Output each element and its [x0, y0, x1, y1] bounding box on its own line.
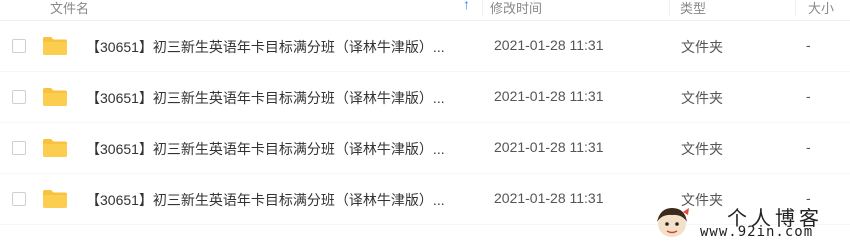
file-list-page: 文件名 ↑ 修改时间 类型 大小 【30651】初三新生英语年卡目标满分班（译林… — [0, 0, 850, 244]
file-name-link[interactable]: 【30651】初三新生英语年卡目标满分班（译林牛津版）... — [86, 88, 445, 108]
column-divider — [669, 0, 670, 16]
file-type: 文件夹 — [681, 141, 723, 157]
file-name-link[interactable]: 【30651】初三新生英语年卡目标满分班（译林牛津版）... — [86, 37, 445, 57]
modified-time: 2021-01-28 11:31 — [494, 88, 604, 104]
column-header-name[interactable]: 文件名 — [50, 0, 89, 17]
table-row[interactable]: 【30651】初三新生英语年卡目标满分班（译林牛津版）... 2021-01-2… — [0, 21, 850, 72]
column-divider — [795, 0, 796, 16]
file-name-link[interactable]: 【30651】初三新生英语年卡目标满分班（译林牛津版）... — [86, 139, 445, 159]
modified-time: 2021-01-28 11:31 — [494, 37, 604, 53]
table-row[interactable]: 【30651】初三新生英语年卡目标满分班（译林牛津版）... 2021-01-2… — [0, 123, 850, 174]
row-checkbox[interactable] — [12, 39, 26, 53]
row-checkbox[interactable] — [12, 90, 26, 104]
folder-icon — [43, 37, 67, 55]
file-size: - — [806, 88, 811, 104]
watermark-url: www.92in.com — [700, 224, 814, 240]
file-size: - — [806, 37, 811, 53]
column-header-type[interactable]: 类型 — [680, 0, 706, 17]
file-name-link[interactable]: 【30651】初三新生英语年卡目标满分班（译林牛津版）... — [86, 190, 445, 210]
file-type: 文件夹 — [681, 39, 723, 55]
row-checkbox[interactable] — [12, 141, 26, 155]
folder-icon — [43, 88, 67, 106]
table-row[interactable]: 【30651】初三新生英语年卡目标满分班（译林牛津版）... 2021-01-2… — [0, 72, 850, 123]
modified-time: 2021-01-28 11:31 — [494, 139, 604, 155]
sort-arrow-icon[interactable]: ↑ — [463, 0, 470, 12]
row-checkbox[interactable] — [12, 192, 26, 206]
column-header-size[interactable]: 大小 — [808, 0, 834, 17]
file-list: 【30651】初三新生英语年卡目标满分班（译林牛津版）... 2021-01-2… — [0, 21, 850, 225]
blog-watermark: 个人博客 www.92in.com — [652, 200, 848, 244]
avatar-icon — [657, 208, 689, 237]
folder-icon — [43, 139, 67, 157]
column-header-modified[interactable]: 修改时间 — [490, 0, 542, 17]
modified-time: 2021-01-28 11:31 — [494, 190, 604, 206]
folder-icon — [43, 190, 67, 208]
column-divider — [482, 0, 483, 16]
file-type: 文件夹 — [681, 90, 723, 106]
file-size: - — [806, 139, 811, 155]
table-header: 文件名 ↑ 修改时间 类型 大小 — [0, 0, 850, 21]
